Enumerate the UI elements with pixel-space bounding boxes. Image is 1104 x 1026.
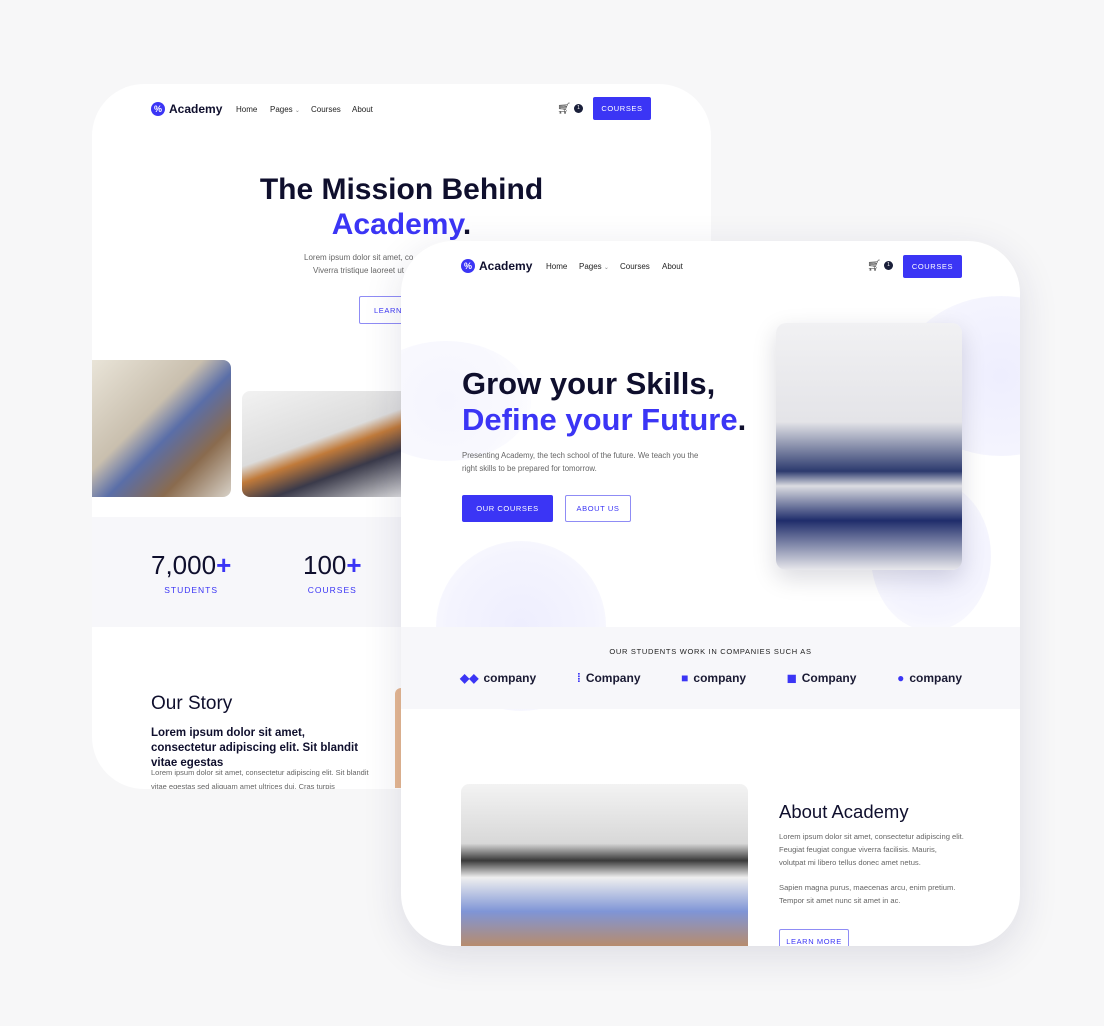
layers-icon: ◼ — [786, 671, 797, 685]
nav-about[interactable]: About — [352, 105, 373, 114]
company-logo: ◼ Company — [786, 671, 857, 685]
team-photo — [92, 360, 231, 497]
nav-courses[interactable]: Courses — [311, 105, 341, 114]
diamonds-icon: ◆◆ — [460, 671, 479, 685]
hero-title: Grow your Skills, Define your Future. — [462, 366, 747, 437]
intro-text: Lorem ipsum dolor sit amet, co Viverra tr… — [304, 253, 414, 275]
cart-icon: 🛒︎ — [867, 260, 881, 272]
story-body: Lorem ipsum dolor sit amet, consectetur … — [151, 768, 369, 789]
about-title: About Academy — [779, 801, 909, 822]
chevron-down-icon: ⌄ — [603, 265, 609, 271]
learn-more-button[interactable]: LEARN MORE — [779, 929, 849, 946]
stat-students: 7,000+ STUDENTS — [151, 550, 232, 595]
page-title: The Mission Behind Academy. — [259, 173, 544, 241]
home-page-mockup: % Academy Home Pages ⌄ Courses About 🛒︎ 1 … — [401, 241, 1020, 946]
ring-icon: ● — [897, 671, 905, 685]
story-title: Our Story — [151, 693, 233, 714]
stat-courses: 100+ COURSES — [303, 550, 362, 595]
logo[interactable]: % Academy — [461, 259, 532, 273]
logo-icon: % — [151, 102, 165, 116]
logo[interactable]: % Academy — [151, 102, 222, 116]
cart-button[interactable]: 🛒︎ 1 — [557, 102, 583, 115]
classroom-photo — [461, 784, 748, 946]
whiteboard-photo — [242, 391, 412, 497]
story-subtitle: Lorem ipsum dolor sit amet, consectetur … — [151, 727, 359, 769]
about-paragraph-1: Lorem ipsum dolor sit amet, consectetur … — [779, 832, 964, 867]
nav-about[interactable]: About — [662, 262, 683, 271]
nav-courses[interactable]: Courses — [620, 262, 650, 271]
nav-home[interactable]: Home — [546, 262, 567, 271]
our-courses-button[interactable]: OUR COURSES — [462, 495, 553, 522]
cart-button[interactable]: 🛒︎ 1 — [867, 259, 893, 272]
nav-home[interactable]: Home — [236, 105, 257, 114]
company-logo: ■ company — [681, 671, 747, 685]
courses-button[interactable]: COURSES — [593, 97, 651, 120]
square-dot-icon: ■ — [681, 671, 689, 685]
about-paragraph-2: Sapien magna purus, maecenas arcu, enim … — [779, 883, 956, 905]
hero-photo — [776, 323, 962, 570]
company-logo: ● company — [897, 671, 962, 685]
nav-pages[interactable]: Pages ⌄ — [579, 262, 609, 271]
courses-button[interactable]: COURSES — [903, 255, 962, 278]
hero-intro: Presenting Academy, the tech school of t… — [462, 451, 699, 473]
about-us-button[interactable]: ABOUT US — [565, 495, 631, 522]
chevron-down-icon: ⌄ — [294, 108, 300, 114]
cart-icon: 🛒︎ — [557, 103, 571, 115]
company-logo: ◆◆ company — [460, 671, 537, 685]
dots-icon: ⁞ — [576, 671, 581, 685]
cart-badge: 1 — [883, 261, 893, 270]
nav-pages[interactable]: Pages ⌄ — [270, 105, 300, 114]
companies-title: OUR STUDENTS WORK IN COMPANIES SUCH AS — [609, 647, 812, 656]
companies-band — [401, 627, 1020, 709]
cart-badge: 1 — [573, 104, 583, 113]
logo-icon: % — [461, 259, 475, 273]
company-logo: ⁞ Company — [576, 671, 641, 685]
company-logos: ◆◆ company ⁞ Company ■ company ◼ Company ● co… — [460, 671, 962, 685]
